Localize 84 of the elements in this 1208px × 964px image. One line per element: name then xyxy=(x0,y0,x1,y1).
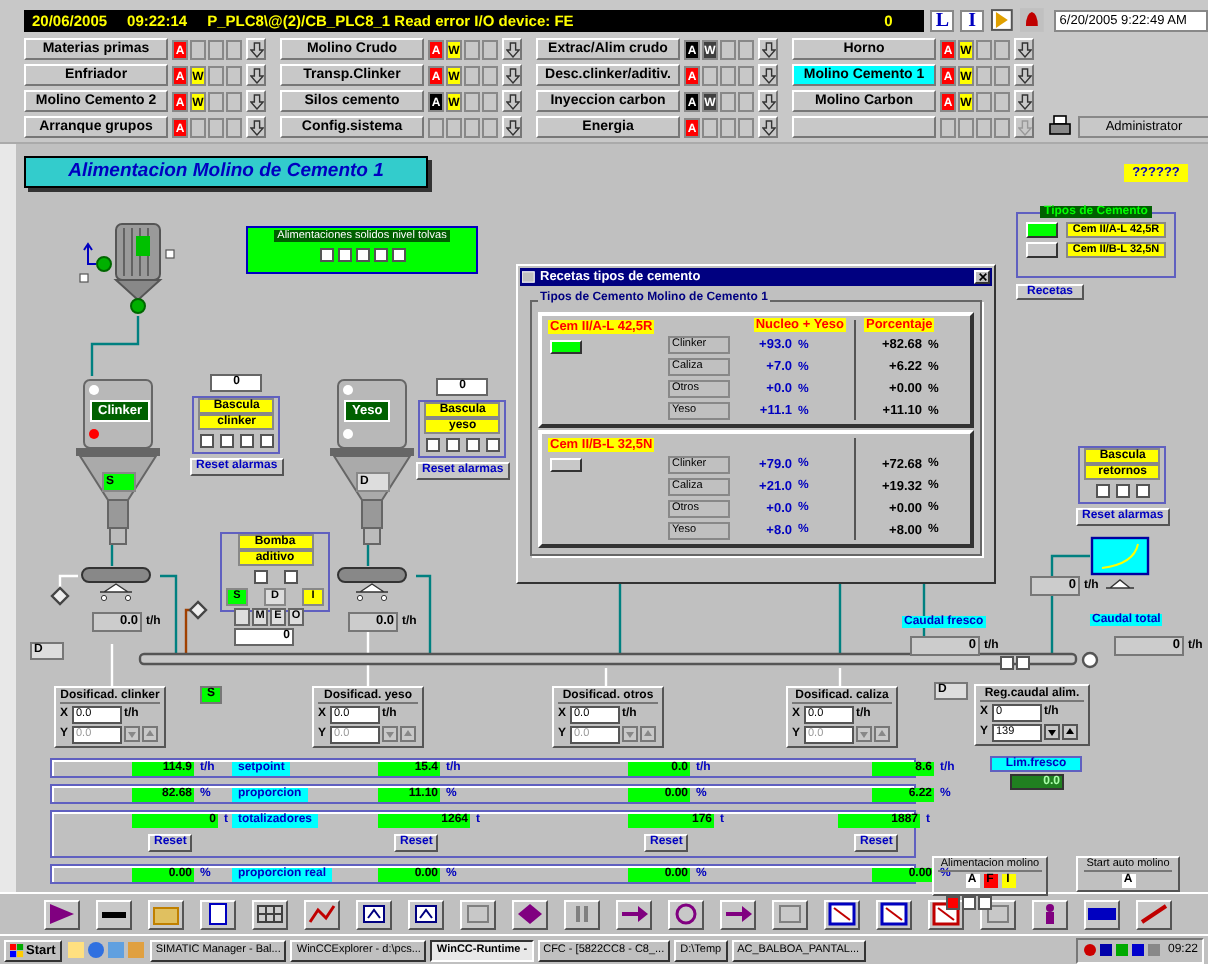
list-button[interactable]: I xyxy=(960,9,985,31)
play-icon xyxy=(46,902,78,927)
valve-icon xyxy=(50,585,70,606)
toolbar-button[interactable] xyxy=(668,899,704,930)
down-arrow-button[interactable] xyxy=(502,116,522,138)
toolbar-button[interactable] xyxy=(512,899,548,930)
toolbar-button[interactable] xyxy=(200,899,236,930)
toolbar-button[interactable] xyxy=(1032,899,1068,930)
down-arrow-icon xyxy=(124,726,140,743)
screen-title: Alimentacion Molino de Cemento 1 xyxy=(24,155,428,188)
down-arrow-button[interactable] xyxy=(758,64,778,86)
pipe xyxy=(90,315,140,376)
crossed-box-icon xyxy=(878,902,910,927)
up-arrow-icon[interactable] xyxy=(1062,724,1078,741)
down-arrow-button[interactable] xyxy=(1014,90,1034,112)
down-arrow-button[interactable] xyxy=(502,64,522,86)
toolbar-button[interactable] xyxy=(772,899,808,930)
toolbar-button[interactable] xyxy=(460,899,496,930)
pipe xyxy=(58,574,78,588)
down-arrow-button[interactable] xyxy=(246,64,266,86)
toolbar-button[interactable] xyxy=(408,899,444,930)
arrow-icon xyxy=(722,902,754,927)
picture-frame-icon xyxy=(358,902,390,927)
bell-icon[interactable] xyxy=(1019,8,1044,32)
up-arrow-icon xyxy=(874,726,890,743)
close-button[interactable] xyxy=(974,269,990,284)
toolbar-button[interactable] xyxy=(356,899,392,930)
recipe-select-button[interactable] xyxy=(550,458,582,473)
crossed-box-icon xyxy=(826,902,858,927)
valve-icon xyxy=(188,599,208,620)
pipe xyxy=(416,574,432,656)
page-icon[interactable] xyxy=(990,8,1014,32)
toolbar-button[interactable] xyxy=(148,899,184,930)
toolbar-button[interactable] xyxy=(252,899,288,930)
down-arrow-button[interactable] xyxy=(502,90,522,112)
grid-icon xyxy=(254,902,286,927)
diamond-icon xyxy=(514,902,546,927)
quick-launch-drawing[interactable] xyxy=(65,940,146,961)
recipe-select-button[interactable] xyxy=(550,339,582,354)
circle-icon xyxy=(670,902,702,927)
toolbar-button[interactable] xyxy=(96,899,132,930)
up-arrow-icon xyxy=(142,726,158,743)
down-arrow-icon xyxy=(856,726,872,743)
up-arrow-icon xyxy=(640,726,656,743)
mode-key[interactable] xyxy=(234,607,250,626)
picture-frame-icon xyxy=(410,902,442,927)
pen-icon xyxy=(1138,902,1170,927)
toolbar-button[interactable] xyxy=(824,899,860,930)
toolbar-button[interactable] xyxy=(564,899,600,930)
toolbar-button[interactable] xyxy=(44,899,80,930)
alarm-indicator xyxy=(283,569,297,584)
arrow-icon xyxy=(618,902,650,927)
up-arrow-icon xyxy=(400,726,416,743)
toolbar-button[interactable] xyxy=(1136,899,1172,930)
pipe xyxy=(160,574,178,656)
square-icon xyxy=(774,902,806,927)
down-arrow-button[interactable] xyxy=(246,90,266,112)
down-arrow-button[interactable] xyxy=(758,90,778,112)
down-arrow-button[interactable] xyxy=(758,116,778,138)
motor-icon xyxy=(1081,651,1099,668)
folder-icon xyxy=(150,902,182,927)
down-arrow-button[interactable] xyxy=(1014,64,1034,86)
list-button[interactable]: L xyxy=(930,9,955,31)
down-arrow-button[interactable] xyxy=(758,38,778,60)
toolbar-button[interactable] xyxy=(1084,899,1120,930)
down-arrow-button[interactable] xyxy=(246,38,266,60)
square-icon xyxy=(982,902,1014,927)
down-arrow-icon xyxy=(622,726,638,743)
down-arrow-button[interactable] xyxy=(1014,38,1034,60)
down-arrow-button[interactable] xyxy=(502,38,522,60)
window-icon xyxy=(522,269,536,284)
toolbar-button[interactable] xyxy=(876,899,912,930)
printer-icon[interactable] xyxy=(1048,114,1072,138)
alarm-indicator xyxy=(253,569,267,584)
toolbar-button[interactable] xyxy=(304,899,340,930)
down-arrow-icon xyxy=(382,726,398,743)
down-arrow-button[interactable] xyxy=(246,116,266,138)
filter-drawing xyxy=(76,219,176,316)
toolbar-button[interactable] xyxy=(720,899,756,930)
square-icon xyxy=(462,902,494,927)
down-arrow-icon[interactable] xyxy=(1044,724,1060,741)
chart-icon xyxy=(306,902,338,927)
tray-icon[interactable] xyxy=(1081,942,1162,959)
toolbar-button[interactable] xyxy=(616,899,652,930)
